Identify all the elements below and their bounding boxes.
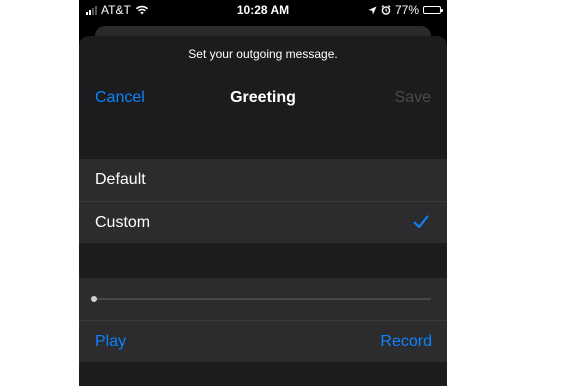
location-icon <box>368 6 377 14</box>
battery-percent: 77% <box>394 3 419 17</box>
alarm-icon <box>381 5 391 15</box>
status-right: 77% <box>368 3 443 17</box>
option-custom-label: Custom <box>95 214 151 231</box>
playback-controls-row: Play Record <box>79 320 447 362</box>
sheet-prompt: Set your outgoing message. <box>188 47 338 61</box>
checkmark-icon <box>413 215 429 228</box>
status-bar: AT&T 10:28 AM 77% <box>79 0 447 20</box>
play-button[interactable]: Play <box>95 333 126 351</box>
record-button[interactable]: Record <box>380 333 432 351</box>
option-custom-row[interactable]: Custom <box>79 201 447 243</box>
save-button[interactable]: Save <box>395 89 431 107</box>
scrubber-row <box>79 278 447 320</box>
playback-group: Play Record <box>79 278 447 362</box>
option-default-row[interactable]: Default <box>79 159 447 201</box>
cancel-button[interactable]: Cancel <box>95 89 145 107</box>
option-default-label: Default <box>95 171 146 188</box>
scrubber-knob[interactable] <box>91 296 97 302</box>
battery-icon <box>423 6 443 14</box>
phone-screen: AT&T 10:28 AM 77% Set your outgoing mess… <box>79 0 447 386</box>
greeting-options-group: Default Custom <box>79 159 447 243</box>
greeting-sheet: Set your outgoing message. Cancel Greeti… <box>79 36 447 386</box>
playback-scrubber[interactable] <box>91 296 431 302</box>
